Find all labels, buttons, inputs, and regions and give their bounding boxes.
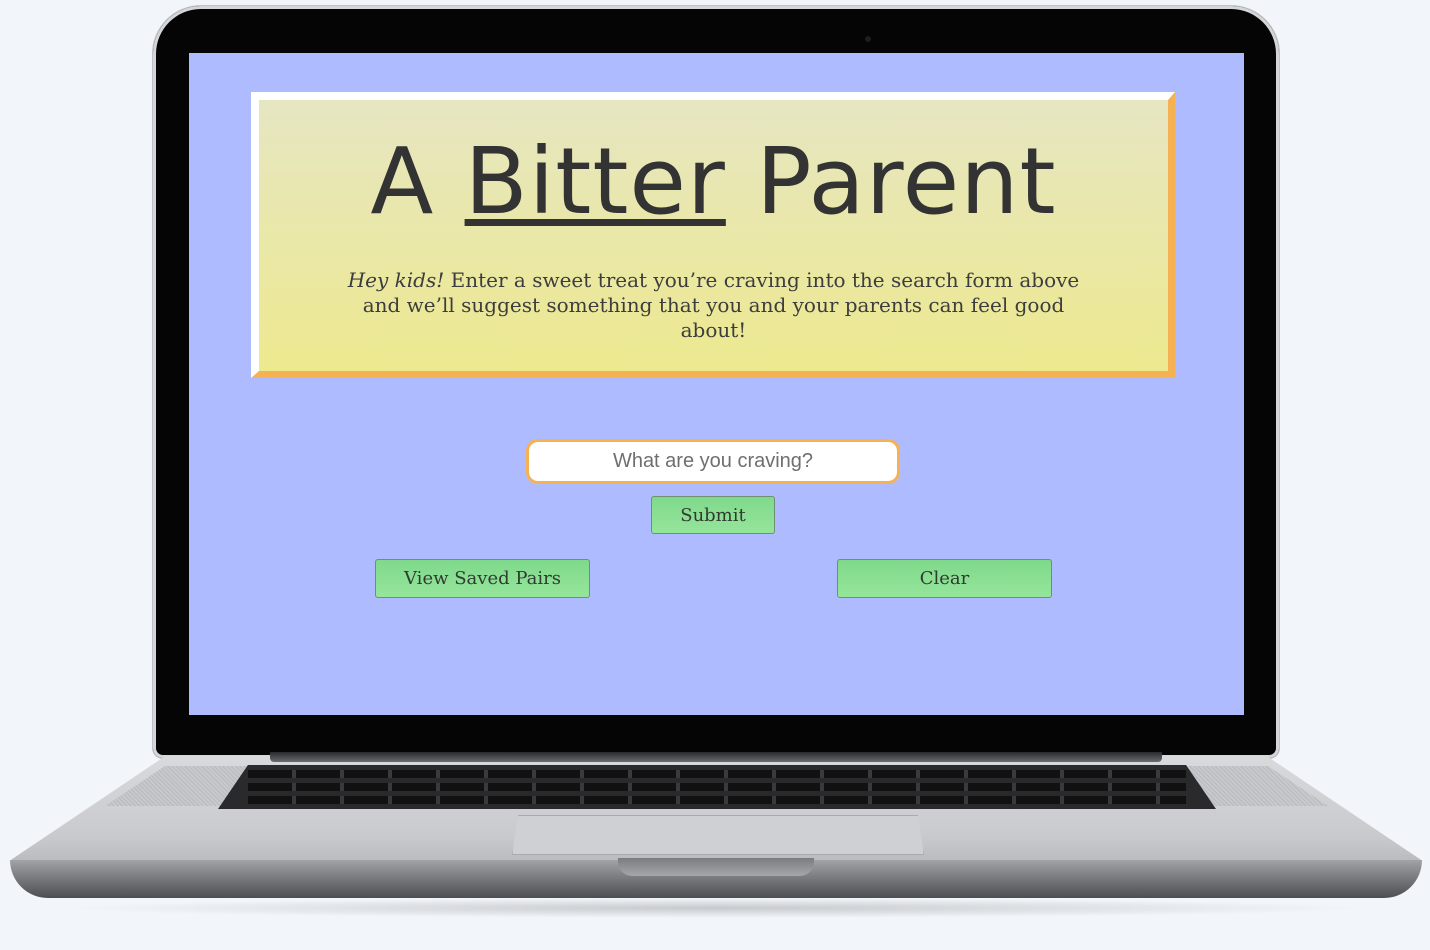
view-saved-pairs-button[interactable]: View Saved Pairs: [375, 559, 590, 598]
hero-banner: A Bitter Parent Hey kids! Enter a sweet …: [251, 92, 1175, 378]
camera-icon: [865, 36, 871, 42]
app-title-emphasis: Bitter: [464, 128, 726, 235]
clear-button[interactable]: Clear: [837, 559, 1052, 598]
laptop-shadow: [60, 898, 1370, 918]
keyboard-row: [248, 796, 1186, 805]
hero-instructions: Enter a sweet treat you’re craving into …: [362, 268, 1080, 342]
app-screen: A Bitter Parent Hey kids! Enter a sweet …: [189, 53, 1244, 715]
submit-button[interactable]: Submit: [651, 496, 775, 534]
laptop-keyboard: [218, 765, 1216, 809]
laptop-lid-notch: [618, 858, 814, 876]
laptop-mockup: A Bitter Parent Hey kids! Enter a sweet …: [0, 0, 1430, 950]
app-title-prefix: A: [370, 128, 465, 235]
keyboard-row: [248, 782, 1186, 791]
keyboard-row: [248, 769, 1186, 778]
laptop-hinge: [270, 752, 1162, 762]
search-input[interactable]: [526, 439, 900, 484]
laptop-trackpad: [512, 815, 924, 855]
hero-greeting: Hey kids!: [347, 268, 445, 292]
app-title: A Bitter Parent: [259, 100, 1168, 228]
hero-description: Hey kids! Enter a sweet treat you’re cra…: [344, 268, 1084, 343]
app-title-suffix: Parent: [725, 128, 1057, 235]
